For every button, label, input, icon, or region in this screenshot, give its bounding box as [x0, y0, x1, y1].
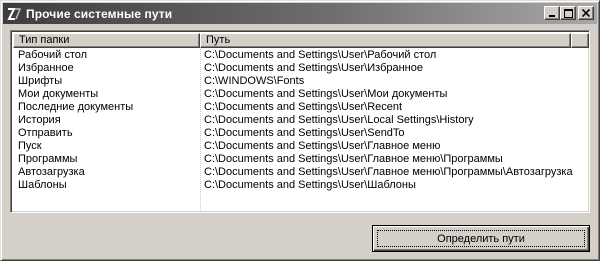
folder-path-cell: C:\Documents and Settings\User\Recent [204, 101, 403, 113]
folder-type-cell: Избранное [18, 62, 74, 74]
list-row[interactable]: Пуск C:\Documents and Settings\User\Главн… [13, 140, 589, 153]
list-header: Тип папки Путь [13, 33, 589, 48]
folder-path-cell: C:\Documents and Settings\User\SendTo [204, 127, 405, 139]
list-row[interactable]: Программы C:\Documents and Settings\User\… [13, 153, 589, 166]
maximize-icon [563, 8, 573, 18]
folder-path-cell: C:\Documents and Settings\User\Local Set… [204, 114, 474, 126]
title-buttons [544, 6, 594, 20]
close-button[interactable] [578, 6, 594, 20]
list-row[interactable]: Отправить C:\Documents and Settings\User\… [13, 127, 589, 140]
list-row[interactable]: Мои документы C:\Documents and Settings\U… [13, 88, 589, 101]
list-rows: Рабочий стол C:\Documents and Settings\Us… [13, 49, 589, 192]
folder-path-cell: C:\WINDOWS\Fonts [204, 75, 305, 87]
minimize-button[interactable] [544, 6, 560, 20]
detect-paths-button[interactable]: Определить пути [372, 225, 590, 252]
folder-type-cell: Шрифты [18, 75, 63, 87]
folder-path-cell: C:\Documents and Settings\User\Главное м… [204, 140, 441, 152]
folder-path-cell: C:\Documents and Settings\User\Главное м… [204, 153, 503, 165]
column-header-type[interactable]: Тип папки [13, 33, 200, 48]
folder-type-cell: Мои документы [18, 88, 99, 100]
folder-path-cell: C:\Documents and Settings\User\Мои докум… [204, 88, 448, 100]
list-row[interactable]: История C:\Documents and Settings\User\Lo… [13, 114, 589, 127]
list-row[interactable]: Шрифты C:\WINDOWS\Fonts [13, 75, 589, 88]
column-header-path[interactable]: Путь [200, 33, 571, 48]
minimize-icon [549, 15, 555, 17]
folder-type-cell: Автозагрузка [18, 166, 85, 178]
main-window: Прочие системные пути Тип папки Путь Раб… [0, 0, 600, 261]
list-row[interactable]: Избранное C:\Documents and Settings\User\… [13, 62, 589, 75]
column-header-filler [571, 33, 589, 48]
list-row[interactable]: Последние документы C:\Documents and Sett… [13, 101, 589, 114]
list-row[interactable]: Автозагрузка C:\Documents and Settings\Us… [13, 166, 589, 179]
folder-path-cell: C:\Documents and Settings\User\Главное м… [204, 166, 573, 178]
maximize-button[interactable] [560, 6, 576, 20]
folder-path-cell: C:\Documents and Settings\User\Рабочий с… [204, 49, 437, 61]
title-bar[interactable]: Прочие системные пути [3, 3, 597, 24]
list-row[interactable]: Шаблоны C:\Documents and Settings\User\Ша… [13, 179, 589, 192]
folder-type-cell: Рабочий стол [18, 49, 88, 61]
folder-path-cell: C:\Documents and Settings\User\Шаблоны [204, 179, 416, 191]
app-icon[interactable] [6, 6, 22, 22]
paths-list[interactable]: Тип папки Путь Рабочий стол C:\Documents … [10, 30, 590, 213]
folder-type-cell: Шаблоны [18, 179, 67, 191]
focus-rect [377, 230, 585, 247]
folder-type-cell: Программы [18, 153, 78, 165]
folder-type-cell: Пуск [18, 140, 42, 152]
folder-type-cell: История [18, 114, 61, 126]
folder-type-cell: Последние документы [18, 101, 134, 113]
window-title: Прочие системные пути [26, 6, 173, 21]
close-icon [582, 9, 590, 17]
folder-path-cell: C:\Documents and Settings\User\Избранное [204, 62, 423, 74]
folder-type-cell: Отправить [18, 127, 73, 139]
list-row[interactable]: Рабочий стол C:\Documents and Settings\Us… [13, 49, 589, 62]
